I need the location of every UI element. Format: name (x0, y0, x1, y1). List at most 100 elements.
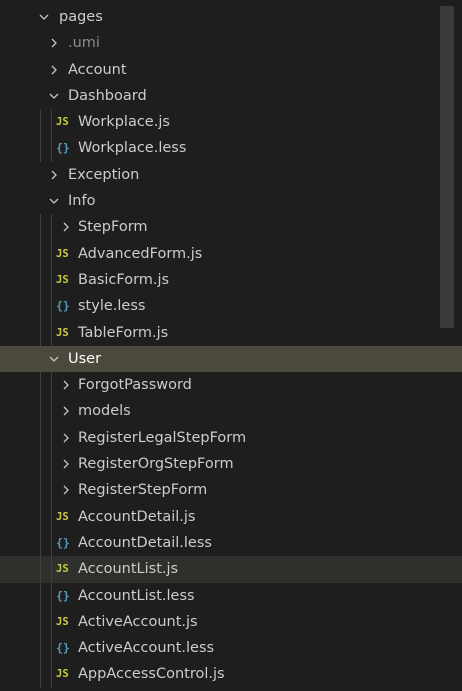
indent-guide (40, 451, 41, 478)
indent-guide (51, 556, 52, 583)
tree-item-label: ActiveAccount.js (78, 613, 198, 630)
chevron-down-icon[interactable] (48, 346, 60, 372)
tree-item-label: Dashboard (68, 87, 147, 104)
tree-item-folder-dashboard[interactable]: Dashboard (0, 83, 462, 109)
indent-guide (40, 608, 41, 636)
file-explorer-tree: pages .umi Account Dashboard JS Workplace.js {… (0, 4, 462, 688)
indent-guide (40, 477, 41, 504)
tree-item-folder-registerlegalstepform[interactable]: RegisterLegalStepForm (0, 424, 462, 452)
js-file-icon: JS (56, 116, 69, 129)
scrollbar-thumb[interactable] (440, 6, 454, 328)
indent-guide (51, 266, 52, 294)
indent-guide (40, 503, 41, 530)
tree-item-folder-user[interactable]: User (0, 345, 462, 373)
indent-guide (40, 135, 41, 162)
indent-guide (40, 661, 41, 688)
indent-guide (51, 240, 52, 267)
tree-item-file-activeaccount-js[interactable]: JS ActiveAccount.js (0, 608, 462, 636)
tree-item-label: AccountList.less (78, 587, 195, 604)
chevron-right-icon[interactable] (60, 451, 72, 477)
tree-item-file-tableform-js[interactable]: JS TableForm.js (0, 319, 462, 346)
tree-item-folder-exception[interactable]: Exception (0, 162, 462, 188)
indent-guide (51, 529, 52, 557)
indent-guide (40, 319, 41, 346)
tree-item-label: BasicForm.js (78, 271, 170, 288)
less-file-icon: {} (56, 641, 70, 656)
tree-item-file-accountdetail-js[interactable]: JS AccountDetail.js (0, 503, 462, 530)
tree-item-folder-forgotpassword[interactable]: ForgotPassword (0, 372, 462, 399)
tree-item-label: StepForm (78, 219, 148, 236)
indent-guide (40, 582, 41, 609)
js-file-icon: JS (56, 326, 69, 339)
tree-item-file-basicform-js[interactable]: JS BasicForm.js (0, 266, 462, 294)
indent-guide (40, 556, 41, 583)
tree-item-file-workplace-less[interactable]: {} Workplace.less (0, 135, 462, 162)
indent-guide (40, 424, 41, 452)
tree-item-file-advancedform-js[interactable]: JS AdvancedForm.js (0, 240, 462, 267)
tree-item-folder-stepform[interactable]: StepForm (0, 214, 462, 241)
indent-guide (51, 319, 52, 346)
indent-guide (51, 477, 52, 504)
chevron-right-icon[interactable] (60, 372, 72, 398)
tree-item-file-workplace-js[interactable]: JS Workplace.js (0, 109, 462, 136)
chevron-down-icon[interactable] (48, 188, 60, 214)
indent-guide (51, 398, 52, 425)
chevron-right-icon[interactable] (60, 214, 72, 240)
tree-item-label: RegisterLegalStepForm (78, 429, 247, 446)
tree-item-file-accountlist-js[interactable]: JS AccountList.js (0, 556, 462, 583)
tree-item-file-accountlist-less[interactable]: {} AccountList.less (0, 582, 462, 609)
indent-guide (51, 661, 52, 688)
indent-guide (40, 398, 41, 425)
indent-guide (40, 214, 41, 241)
indent-guide (51, 372, 52, 399)
tree-item-label: TableForm.js (78, 324, 169, 341)
js-file-icon: JS (56, 510, 69, 523)
tree-item-file-accountdetail-less[interactable]: {} AccountDetail.less (0, 529, 462, 557)
js-file-icon: JS (56, 563, 69, 576)
tree-item-label: User (68, 350, 102, 367)
tree-item-folder-registerstepform[interactable]: RegisterStepForm (0, 477, 462, 504)
tree-item-label: ActiveAccount.less (78, 640, 215, 657)
js-file-icon: JS (56, 247, 69, 260)
tree-item-file-appaccesscontrol-js[interactable]: JS AppAccessControl.js (0, 661, 462, 688)
tree-item-label: AccountDetail.less (78, 534, 212, 551)
chevron-down-icon[interactable] (38, 4, 50, 30)
tree-item-label: Exception (68, 166, 140, 183)
tree-item-label: pages (59, 9, 103, 25)
chevron-right-icon[interactable] (60, 425, 72, 451)
indent-guide (40, 109, 41, 136)
tree-item-folder-pages[interactable]: pages (0, 4, 462, 30)
tree-item-label: AccountList.js (78, 561, 179, 578)
chevron-down-icon[interactable] (48, 83, 60, 109)
js-file-icon: JS (56, 615, 69, 628)
tree-item-label: Workplace.js (78, 114, 170, 131)
indent-guide (40, 635, 41, 662)
less-file-icon: {} (56, 588, 70, 603)
chevron-right-icon[interactable] (48, 57, 60, 83)
less-file-icon: {} (56, 141, 70, 156)
indent-guide (51, 424, 52, 452)
tree-item-folder-registerorgstepform[interactable]: RegisterOrgStepForm (0, 451, 462, 478)
tree-item-label: AdvancedForm.js (78, 245, 203, 262)
tree-item-label: RegisterStepForm (78, 482, 208, 499)
tree-item-folder-umi[interactable]: .umi (0, 30, 462, 56)
tree-item-label: Workplace.less (78, 140, 187, 157)
tree-item-folder-models[interactable]: models (0, 398, 462, 425)
tree-item-file-activeaccount-less[interactable]: {} ActiveAccount.less (0, 635, 462, 662)
indent-guide (51, 503, 52, 530)
indent-guide (51, 635, 52, 662)
js-file-icon: JS (56, 668, 69, 681)
tree-item-label: style.less (78, 298, 146, 315)
tree-item-label: models (78, 403, 131, 420)
tree-item-folder-info[interactable]: Info (0, 188, 462, 214)
chevron-right-icon[interactable] (60, 398, 72, 424)
tree-item-label: Info (68, 193, 96, 210)
indent-guide (40, 240, 41, 267)
tree-item-folder-account[interactable]: Account (0, 57, 462, 83)
indent-guide (51, 451, 52, 478)
chevron-right-icon[interactable] (48, 162, 60, 188)
chevron-right-icon[interactable] (48, 30, 60, 56)
chevron-right-icon[interactable] (60, 477, 72, 503)
indent-guide (40, 372, 41, 399)
tree-item-file-style-less[interactable]: {} style.less (0, 293, 462, 320)
